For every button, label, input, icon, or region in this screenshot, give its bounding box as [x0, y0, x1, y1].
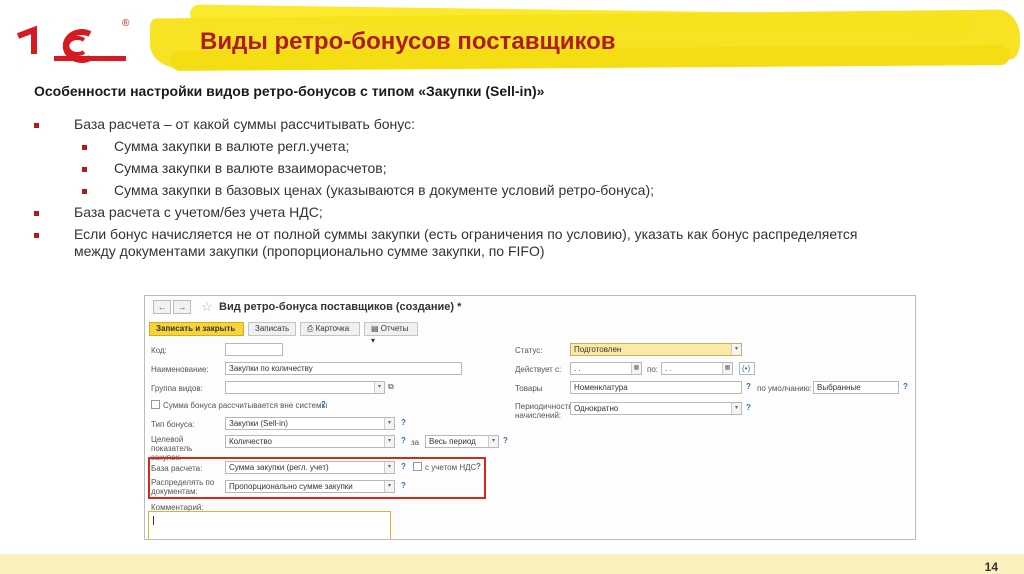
calc-base-label: База расчета: — [151, 464, 203, 473]
chevron-down-icon[interactable]: ▾ — [384, 481, 394, 492]
vat-label: с учетом НДС — [425, 463, 477, 472]
distribute-field[interactable]: Пропорционально сумме закупки ▾ — [225, 480, 395, 493]
chevron-down-icon: ▾ — [371, 336, 376, 345]
bullet-marker — [34, 233, 39, 238]
bullet-marker — [34, 211, 39, 216]
help-icon[interactable]: ? — [746, 403, 751, 412]
help-icon[interactable]: ? — [903, 382, 908, 391]
help-icon[interactable]: ? — [401, 436, 406, 445]
valid-from-label: Действует с: — [515, 365, 562, 374]
group-label: Группа видов: — [151, 384, 203, 393]
distribute-label: Распределять по документам: — [151, 478, 215, 496]
date-to-field[interactable]: . . ▦ — [661, 362, 733, 375]
slide-title: Виды ретро-бонусов поставщиков — [200, 28, 616, 55]
chevron-down-icon[interactable]: ▾ — [374, 382, 384, 393]
help-icon[interactable]: ? — [401, 481, 406, 490]
status-label: Статус: — [515, 346, 543, 355]
slide-subtitle: Особенности настройки видов ретро-бонусо… — [34, 83, 545, 99]
status-field[interactable]: Подготовлен ▾ — [570, 343, 742, 356]
name-label: Наименование: — [151, 365, 209, 374]
for-label: за — [411, 438, 420, 447]
periodicity-field[interactable]: Однократно ▾ — [570, 402, 742, 415]
chevron-down-icon[interactable]: ▾ — [384, 436, 394, 447]
group-field[interactable]: ▾ — [225, 381, 385, 394]
registered-mark: ® — [122, 18, 130, 29]
default-label: по умолчанию: — [757, 384, 812, 393]
save-close-button[interactable]: Записать и закрыть — [149, 322, 244, 336]
help-icon[interactable]: ? — [401, 418, 406, 427]
to-label: по: — [647, 365, 659, 374]
chevron-down-icon[interactable]: ▾ — [384, 462, 394, 473]
period-field[interactable]: Весь период ▾ — [425, 435, 499, 448]
help-icon[interactable]: ? — [321, 400, 326, 409]
calendar-icon[interactable]: ▦ — [631, 363, 641, 374]
chevron-down-icon[interactable]: ▾ — [488, 436, 498, 447]
open-icon[interactable]: ⧉ — [388, 382, 394, 391]
chevron-down-icon[interactable]: ▾ — [731, 344, 741, 355]
1c-logo: ® — [10, 14, 140, 70]
form-title: Вид ретро-бонуса поставщиков (создание) … — [219, 301, 462, 313]
printer-icon: ⎙ — [307, 324, 316, 333]
bullet-item: Сумма закупки в валюте взаиморасчетов; — [34, 160, 894, 177]
bullet-item: База расчета – от какой суммы рассчитыва… — [34, 116, 894, 133]
bullet-marker — [34, 123, 39, 128]
chevron-down-icon[interactable]: ▾ — [384, 418, 394, 429]
period-select-button[interactable]: (•) — [739, 362, 755, 375]
bullet-item: Сумма закупки в базовых ценах (указывают… — [34, 182, 894, 199]
form-screenshot: ← → ☆ Вид ретро-бонуса поставщиков (созд… — [144, 295, 916, 540]
outside-system-label: Сумма бонуса рассчитывается вне системы — [163, 401, 328, 410]
calc-base-field[interactable]: Сумма закупки (регл. учет) ▾ — [225, 461, 395, 474]
page-number: 14 — [984, 560, 998, 574]
periodicity-label: Периодичность начислений: — [515, 402, 573, 420]
date-from-field[interactable]: . . ▦ — [570, 362, 642, 375]
help-icon[interactable]: ? — [401, 462, 406, 471]
bullet-marker — [82, 189, 87, 194]
goods-label: Товары — [515, 384, 543, 393]
chevron-down-icon[interactable]: ▾ — [731, 403, 741, 414]
save-button[interactable]: Записать — [248, 322, 296, 336]
reports-button[interactable]: ▤ Отчеты ▾ — [364, 322, 418, 345]
bonus-type-field[interactable]: Закупки (Sell-in) ▾ — [225, 417, 395, 430]
report-icon: ▤ — [371, 324, 381, 333]
footer-band — [0, 554, 1024, 574]
outside-system-checkbox[interactable] — [151, 400, 160, 409]
favorite-star-icon[interactable]: ☆ — [201, 299, 213, 315]
bullet-marker — [82, 167, 87, 172]
code-field[interactable] — [225, 343, 283, 356]
default-field[interactable]: Выбранные — [813, 381, 899, 394]
comment-field[interactable] — [148, 511, 391, 539]
bonus-type-label: Тип бонуса: — [151, 420, 195, 429]
bullet-list: База расчета – от какой суммы рассчитыва… — [34, 116, 894, 265]
calendar-icon[interactable]: ▦ — [722, 363, 732, 374]
name-field[interactable]: Закупки по количеству — [225, 362, 462, 375]
bullet-item: Если бонус начисляется не от полной сумм… — [34, 226, 894, 260]
bullet-item: База расчета с учетом/без учета НДС; — [34, 204, 894, 221]
help-icon[interactable]: ? — [746, 382, 751, 391]
help-icon[interactable]: ? — [503, 436, 508, 445]
card-button[interactable]: ⎙ Карточка — [300, 322, 360, 336]
goods-field[interactable]: Номенклатура — [570, 381, 742, 394]
vat-checkbox[interactable] — [413, 462, 422, 471]
bullet-marker — [82, 145, 87, 150]
back-button[interactable]: ← — [153, 300, 171, 314]
code-label: Код: — [151, 346, 167, 355]
nav-buttons: ← → — [153, 300, 191, 314]
target-indicator-field[interactable]: Количество ▾ — [225, 435, 395, 448]
bullet-item: Сумма закупки в валюте регл.учета; — [34, 138, 894, 155]
help-icon[interactable]: ? — [476, 462, 481, 471]
forward-button[interactable]: → — [173, 300, 191, 314]
